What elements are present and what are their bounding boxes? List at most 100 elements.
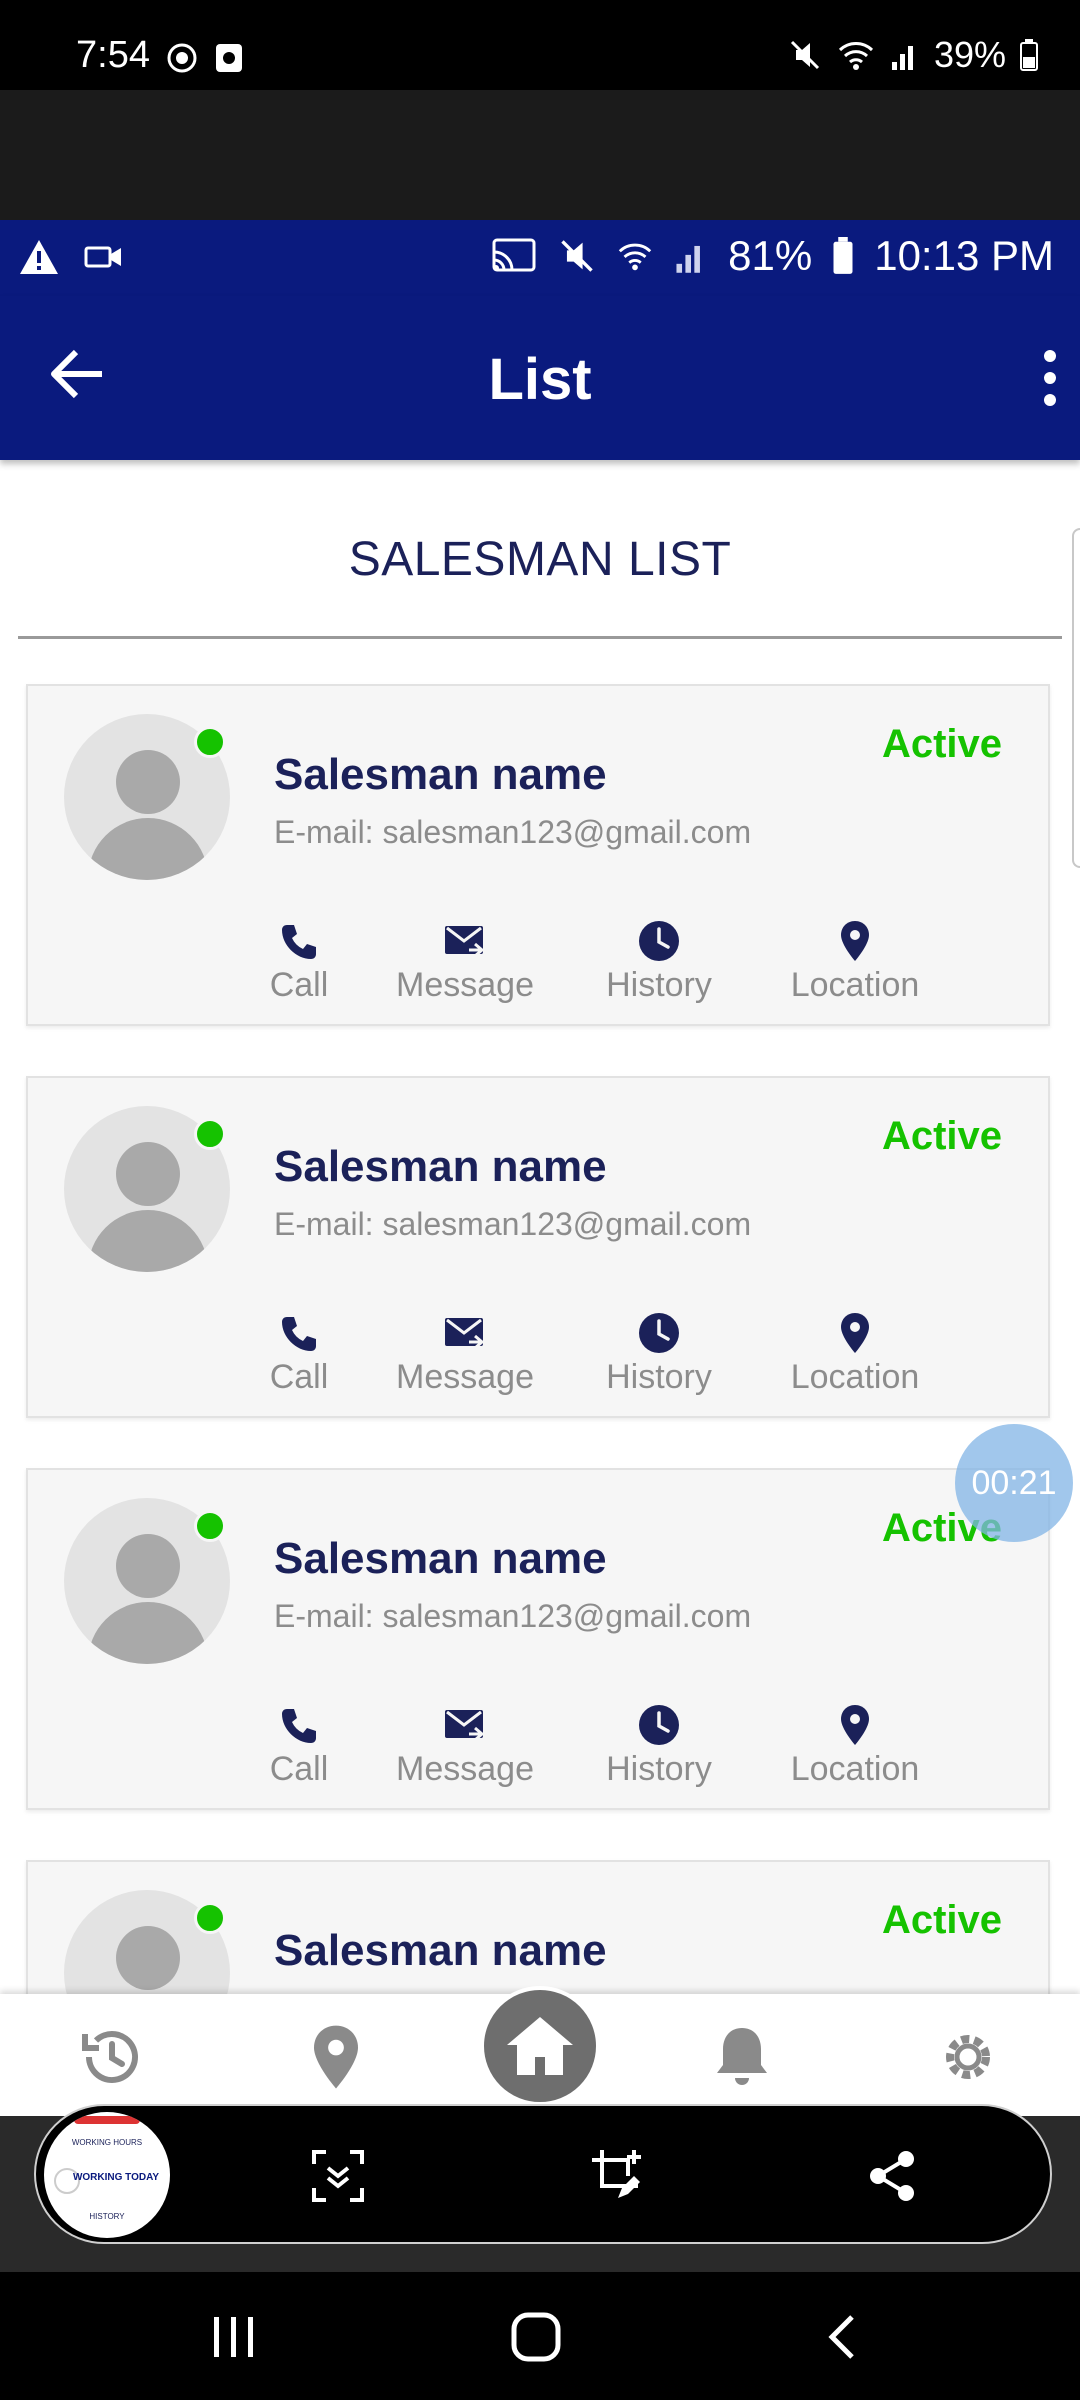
recording-timer[interactable]: 00:21 xyxy=(955,1424,1073,1542)
home-button[interactable] xyxy=(506,2312,566,2362)
online-indicator xyxy=(194,1510,226,1542)
nav-settings[interactable] xyxy=(928,2022,1008,2092)
crop-edit-icon xyxy=(592,2150,641,2198)
home-outline-icon xyxy=(511,2312,561,2362)
location-label: Location xyxy=(790,966,920,1004)
message-label: Message xyxy=(396,966,534,1004)
section-divider xyxy=(18,636,1062,639)
nav-notifications[interactable] xyxy=(702,2022,782,2092)
more-options-button[interactable] xyxy=(1040,348,1060,413)
nav-location[interactable] xyxy=(296,2022,376,2092)
device-status-bar: 7:54 39% xyxy=(0,0,1080,90)
video-icon xyxy=(84,246,121,268)
nav-home[interactable] xyxy=(480,1986,600,2106)
message-label: Message xyxy=(396,1358,534,1396)
call-button[interactable]: Call xyxy=(224,1696,374,1789)
salesman-email: E-mail: salesman123@gmail.com xyxy=(274,1206,752,1242)
back-nav-button[interactable] xyxy=(812,2312,872,2362)
online-indicator xyxy=(194,1118,226,1150)
call-button[interactable]: Call xyxy=(224,912,374,1005)
wifi-icon xyxy=(618,243,652,271)
battery-icon xyxy=(1020,39,1038,71)
history-button[interactable]: History xyxy=(584,1304,734,1397)
location-button[interactable]: Location xyxy=(780,912,930,1005)
salesman-card[interactable]: Salesman name E-mail: salesman123@gmail.… xyxy=(26,1468,1050,1810)
salesman-card[interactable]: Salesman name E-mail: salesman123@gmail.… xyxy=(26,1076,1050,1418)
wifi-icon xyxy=(838,42,873,70)
call-label: Call xyxy=(269,1750,329,1788)
scroll-indicator[interactable] xyxy=(1072,528,1080,868)
location-label: Location xyxy=(790,1358,920,1396)
salesman-email: E-mail: salesman123@gmail.com xyxy=(274,1598,752,1634)
bell-icon xyxy=(717,2028,767,2085)
share-icon xyxy=(870,2151,914,2201)
message-button[interactable]: Message xyxy=(390,912,540,1005)
device-battery-percent: 39% xyxy=(933,34,1006,75)
cast-icon xyxy=(492,238,536,272)
record-icon xyxy=(167,43,197,73)
more-vertical-icon xyxy=(1044,350,1056,406)
location-button[interactable]: Location xyxy=(780,1696,930,1789)
app-battery-percent: 81% xyxy=(728,232,813,279)
share-button[interactable] xyxy=(862,2146,922,2206)
map-pin-icon xyxy=(841,1313,869,1353)
mail-forward-icon xyxy=(445,1710,485,1742)
message-label: Message xyxy=(396,1750,534,1788)
map-pin-icon xyxy=(841,1705,869,1745)
section-title: SALESMAN LIST xyxy=(348,533,732,586)
device-time: 7:54 xyxy=(76,34,150,76)
mute-icon xyxy=(561,240,593,272)
scroll-capture-button[interactable] xyxy=(308,2146,368,2206)
location-label: Location xyxy=(790,1750,920,1788)
recent-apps-button[interactable] xyxy=(204,2312,264,2362)
mute-icon xyxy=(790,40,819,70)
clock-icon xyxy=(639,1705,679,1745)
chevron-left-icon xyxy=(828,2315,854,2359)
history-label: History xyxy=(606,1750,712,1788)
call-button[interactable]: Call xyxy=(224,1304,374,1397)
phone-icon xyxy=(282,925,316,959)
phone-icon xyxy=(282,1709,316,1743)
system-navigation-bar xyxy=(0,2272,1080,2400)
warning-icon xyxy=(20,240,58,274)
clock-icon xyxy=(639,921,679,961)
phone-icon xyxy=(282,1317,316,1351)
message-button[interactable]: Message xyxy=(390,1304,540,1397)
clock-icon xyxy=(639,1313,679,1353)
location-button[interactable]: Location xyxy=(780,1304,930,1397)
screenshot-toolbar: WORKING HOURS WORKING TODAY HISTORY xyxy=(34,2104,1052,2244)
salesman-card[interactable]: Salesman name E-mail: salesman123@gmail.… xyxy=(26,684,1050,1026)
thumb-line3: HISTORY xyxy=(89,2212,125,2221)
signal-icon xyxy=(891,46,913,70)
app-bar: List xyxy=(0,296,1080,460)
map-pin-icon xyxy=(314,2025,358,2089)
history-button[interactable]: History xyxy=(584,1696,734,1789)
salesman-name: Salesman name xyxy=(274,750,607,799)
signal-icon xyxy=(676,245,701,273)
online-indicator xyxy=(194,1902,226,1934)
status-badge: Active xyxy=(881,1114,1002,1158)
history-icon xyxy=(82,2031,138,2084)
mail-forward-icon xyxy=(445,1318,485,1350)
history-button[interactable]: History xyxy=(584,912,734,1005)
salesman-name: Salesman name xyxy=(274,1926,607,1975)
message-button[interactable]: Message xyxy=(390,1696,540,1789)
mail-forward-icon xyxy=(445,926,485,958)
call-label: Call xyxy=(269,966,329,1004)
status-badge: Active xyxy=(881,722,1002,766)
screen-icon xyxy=(216,44,242,72)
scroll-capture-icon xyxy=(312,2150,364,2202)
thumb-line1: WORKING HOURS xyxy=(71,2138,143,2147)
screenshot-thumbnail[interactable]: WORKING HOURS WORKING TODAY HISTORY xyxy=(44,2112,170,2238)
status-spacer xyxy=(0,90,1080,220)
salesman-name: Salesman name xyxy=(274,1142,607,1191)
nav-history[interactable] xyxy=(72,2022,152,2092)
page-title: List xyxy=(488,347,592,412)
history-label: History xyxy=(606,966,712,1004)
app-clock: 10:13 PM xyxy=(874,232,1054,279)
map-pin-icon xyxy=(841,921,869,961)
battery-icon xyxy=(833,237,853,274)
crop-edit-button[interactable] xyxy=(588,2146,648,2206)
salesman-email: E-mail: salesman123@gmail.com xyxy=(274,814,752,850)
app-status-bar: 81% 10:13 PM xyxy=(0,220,1080,296)
